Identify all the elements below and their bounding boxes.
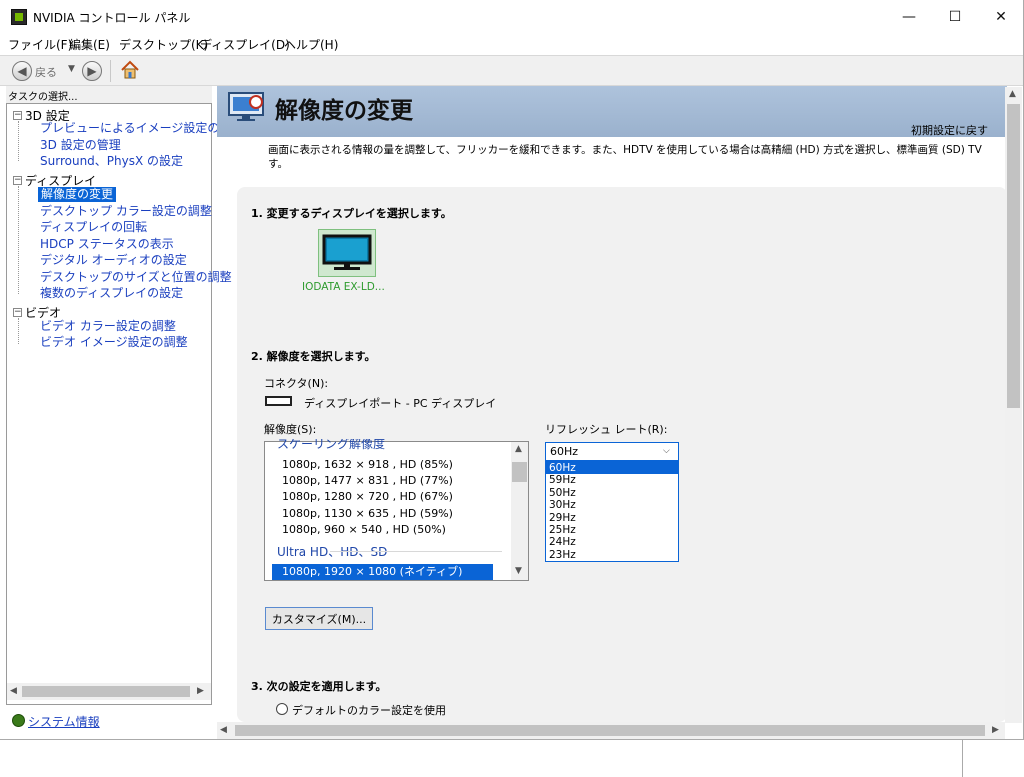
content-scroll-thumb[interactable] <box>1007 104 1020 408</box>
monitor-icon <box>322 234 372 270</box>
left-scroll-thumb[interactable] <box>22 686 190 697</box>
page-title: 解像度の変更 <box>275 98 413 124</box>
restore-defaults-link[interactable]: 初期設定に戻す <box>911 122 988 138</box>
scroll-right-icon[interactable]: ▶ <box>992 725 999 735</box>
home-icon[interactable] <box>120 60 140 80</box>
step3-heading: 3. 次の設定を適用します。 <box>251 680 387 693</box>
content-hscroll-thumb[interactable] <box>235 725 985 736</box>
tree-connector <box>18 318 19 344</box>
refresh-option[interactable]: 59Hz <box>546 474 678 486</box>
display-name-label[interactable]: IODATA EX-LD... <box>302 281 385 293</box>
menu-file[interactable]: ファイル(F) <box>8 36 72 53</box>
customize-button[interactable]: カスタマイズ(M)... <box>265 607 373 630</box>
task-select-header: タスクの選択... <box>6 86 212 103</box>
nvidia-app-icon <box>11 9 27 25</box>
refresh-option[interactable]: 50Hz <box>546 487 678 499</box>
tree-item-surround-physx[interactable]: Surround、PhysX の設定 <box>40 154 183 169</box>
resolution-scroll-thumb[interactable] <box>512 462 527 482</box>
tree-item-digital-audio[interactable]: デジタル オーディオの設定 <box>40 253 187 268</box>
system-info-link[interactable]: システム情報 <box>28 713 100 730</box>
window-title: NVIDIA コントロール パネル <box>33 11 191 25</box>
window-edge <box>962 740 963 777</box>
group-divider <box>330 551 502 552</box>
default-color-radio[interactable] <box>276 703 288 715</box>
scroll-up-icon[interactable]: ▲ <box>515 444 522 454</box>
display-settings-icon <box>228 92 264 121</box>
maximize-button[interactable]: ☐ <box>932 0 978 33</box>
tree-collapse-video-icon[interactable]: − <box>13 308 22 317</box>
display-thumbnail[interactable] <box>318 229 376 277</box>
res-group-scaled-label: スケーリング解像度 <box>277 439 386 450</box>
tree-item-desktop-size-position[interactable]: デスクトップのサイズと位置の調整 <box>40 270 232 285</box>
refresh-option[interactable]: 60Hz <box>546 462 678 475</box>
connector-label: コネクタ(N): <box>264 377 329 390</box>
back-button[interactable]: ◀ <box>12 61 32 81</box>
displayport-icon <box>265 396 292 406</box>
chevron-down-icon[interactable]: ⌵ <box>663 446 670 456</box>
arrow-left-icon: ◀ <box>17 64 27 78</box>
tree-item-multiple-displays[interactable]: 複数のディスプレイの設定 <box>40 286 183 301</box>
arrow-right-icon: ▶ <box>87 64 97 78</box>
history-dropdown-icon[interactable]: ▼ <box>68 64 75 74</box>
toolbar-separator <box>110 60 111 82</box>
system-info-icon[interactable] <box>12 714 25 727</box>
connector-value: ディスプレイポート - PC ディスプレイ <box>304 397 497 410</box>
scroll-up-icon[interactable]: ▲ <box>1009 89 1016 99</box>
tree-connector <box>18 186 19 294</box>
tree-item-change-resolution[interactable]: 解像度の変更 <box>38 187 117 202</box>
scroll-left-icon[interactable]: ◀ <box>10 686 17 696</box>
refresh-option[interactable]: 29Hz <box>546 512 678 524</box>
resolution-label: 解像度(S): <box>264 423 317 436</box>
resolution-option[interactable]: 1080p, 1130 × 635 , HD (59%) <box>282 506 453 522</box>
scroll-right-icon[interactable]: ▶ <box>197 686 204 696</box>
refresh-option[interactable]: 23Hz <box>546 549 678 561</box>
menu-help[interactable]: ヘルプ(H) <box>284 36 338 53</box>
resolution-option[interactable]: 1080p, 960 × 540 , HD (50%) <box>282 522 446 538</box>
default-color-radio-label[interactable]: デフォルトのカラー設定を使用 <box>292 702 446 718</box>
tree-item-hdcp-status[interactable]: HDCP ステータスの表示 <box>40 237 174 252</box>
refresh-rate-select[interactable]: 60Hz <box>545 442 679 461</box>
refresh-rate-label: リフレッシュ レート(R): <box>545 423 668 436</box>
refresh-option[interactable]: 30Hz <box>546 499 678 511</box>
resolution-option-selected[interactable]: 1080p, 1920 × 1080 (ネイティブ) <box>272 564 493 580</box>
resolution-option[interactable]: 1080p, 1280 × 720 , HD (67%) <box>282 489 453 505</box>
back-label[interactable]: 戻る <box>35 64 57 80</box>
desktop-background <box>0 740 1024 777</box>
close-button[interactable]: ✕ <box>978 0 1024 33</box>
menu-display[interactable]: ディスプレイ(D) <box>200 36 290 53</box>
menu-desktop[interactable]: デスクトップ(K) <box>119 36 208 53</box>
toolbar <box>0 55 1024 86</box>
minimize-button[interactable]: — <box>886 0 932 33</box>
tree-item-rotate-display[interactable]: ディスプレイの回転 <box>40 220 147 235</box>
refresh-rate-options[interactable]: 60Hz 59Hz 50Hz 30Hz 29Hz 25Hz 24Hz 23Hz <box>545 461 679 562</box>
scroll-down-icon[interactable]: ▼ <box>515 566 522 576</box>
forward-button[interactable]: ▶ <box>82 61 102 81</box>
tree-connector <box>18 121 19 161</box>
resolution-option[interactable]: 1080p, 1477 × 831 , HD (77%) <box>282 473 453 489</box>
refresh-option[interactable]: 25Hz <box>546 524 678 536</box>
scroll-left-icon[interactable]: ◀ <box>220 725 227 735</box>
menu-edit[interactable]: 編集(E) <box>69 36 110 53</box>
step1-heading: 1. 変更するディスプレイを選択します。 <box>251 207 452 220</box>
refresh-option[interactable]: 24Hz <box>546 536 678 548</box>
tree-collapse-display-icon[interactable]: − <box>13 176 22 185</box>
tree-item-video-image[interactable]: ビデオ イメージ設定の調整 <box>40 335 188 350</box>
tree-item-preview-image[interactable]: プレビューによるイメージ設定の調整 <box>40 121 243 136</box>
tree-item-desktop-color[interactable]: デスクトップ カラー設定の調整 <box>40 204 212 219</box>
tree-item-video-color[interactable]: ビデオ カラー設定の調整 <box>40 319 176 334</box>
tree-collapse-3d-icon[interactable]: − <box>13 111 22 120</box>
tree-item-3d-manage[interactable]: 3D 設定の管理 <box>40 138 121 153</box>
resolution-option[interactable]: 1080p, 1632 × 918 , HD (85%) <box>282 457 453 473</box>
step2-heading: 2. 解像度を選択します。 <box>251 350 376 363</box>
page-description: 画面に表示される情報の量を調整して、フリッカーを緩和できます。また、HDTV を… <box>268 144 982 170</box>
